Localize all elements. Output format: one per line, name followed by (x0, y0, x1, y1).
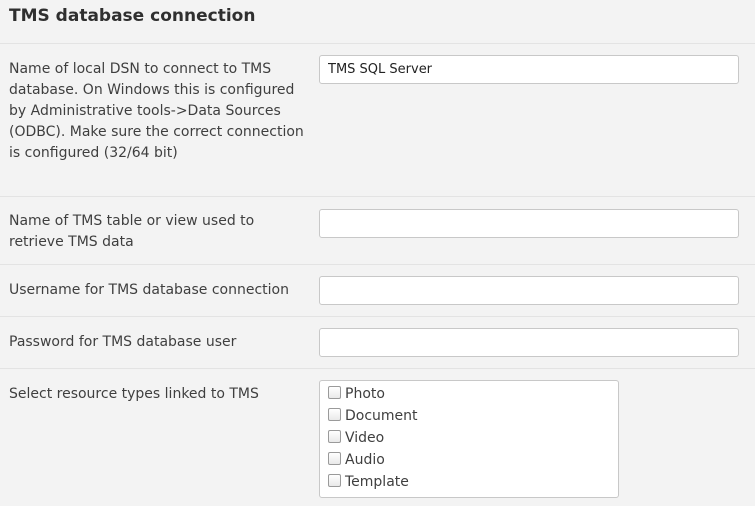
section-header: TMS database connection (0, 0, 755, 44)
resource-type-option-video[interactable]: Video (328, 427, 618, 449)
audio-option-label: Audio (345, 452, 385, 468)
resource-types-label: Select resource types linked to TMS (9, 386, 259, 402)
video-checkbox[interactable] (328, 430, 341, 443)
resource-type-option-photo[interactable]: Photo (328, 383, 618, 405)
dsn-label: Name of local DSN to connect to TMS data… (9, 61, 304, 161)
dsn-input[interactable] (319, 55, 739, 84)
photo-checkbox[interactable] (328, 386, 341, 399)
resource-types-row: Select resource types linked to TMS Phot… (0, 369, 755, 506)
resource-types-checklist: Photo Document Video Audio Template (319, 380, 619, 498)
table-row: Name of TMS table or view used to retrie… (0, 197, 755, 265)
password-label: Password for TMS database user (9, 334, 237, 350)
template-option-label: Template (345, 474, 409, 490)
template-checkbox[interactable] (328, 474, 341, 487)
table-input[interactable] (319, 209, 739, 238)
section-title: TMS database connection (9, 6, 256, 26)
video-option-label: Video (345, 430, 385, 446)
password-row: Password for TMS database user (0, 317, 755, 369)
resource-type-option-audio[interactable]: Audio (328, 449, 618, 471)
photo-option-label: Photo (345, 386, 385, 402)
username-label: Username for TMS database connection (9, 282, 289, 298)
document-checkbox[interactable] (328, 408, 341, 421)
username-input[interactable] (319, 276, 739, 305)
resource-type-option-document[interactable]: Document (328, 405, 618, 427)
dsn-row: Name of local DSN to connect to TMS data… (0, 44, 755, 197)
document-option-label: Document (345, 408, 418, 424)
audio-checkbox[interactable] (328, 452, 341, 465)
table-label: Name of TMS table or view used to retrie… (9, 213, 255, 250)
username-row: Username for TMS database connection (0, 265, 755, 317)
password-input[interactable] (319, 328, 739, 357)
resource-type-option-template[interactable]: Template (328, 471, 618, 493)
